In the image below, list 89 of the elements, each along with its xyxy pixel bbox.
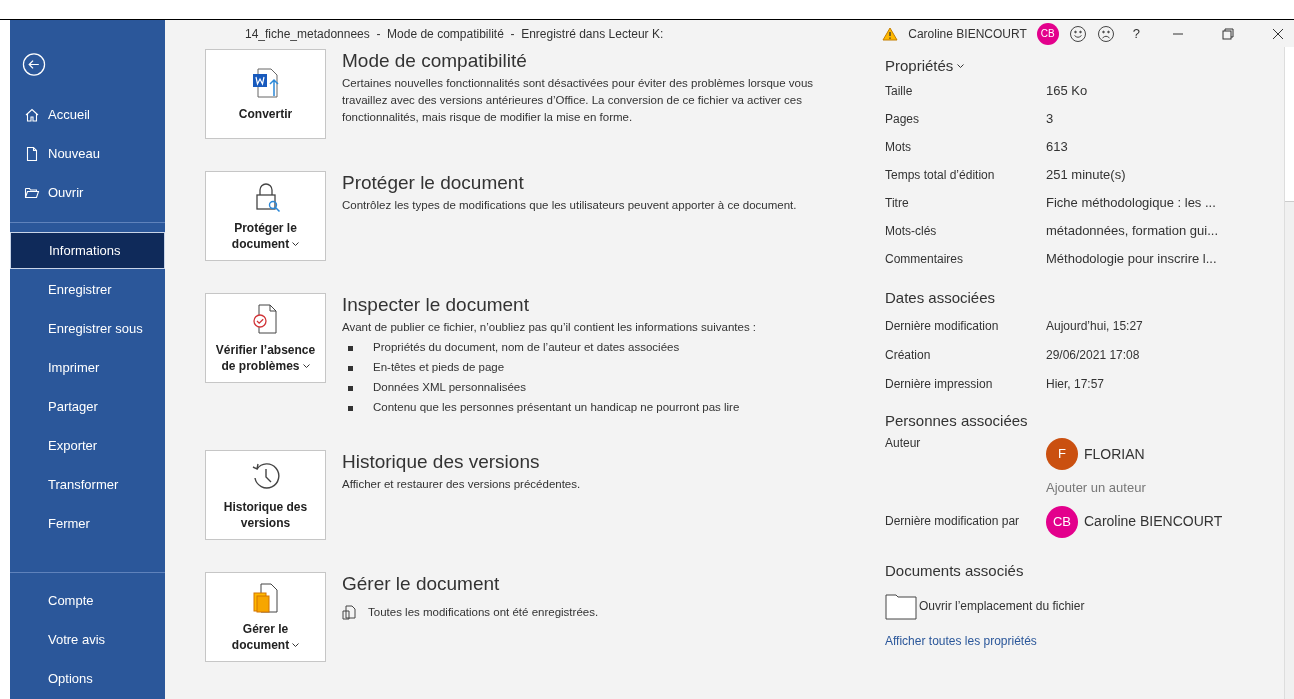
documents-icon [342, 605, 356, 621]
property-value[interactable]: 3 [1046, 109, 1054, 129]
bullet-icon [348, 345, 353, 351]
bullet-text: Contenu que les personnes présentant un handicap ne pourront pas lire [373, 400, 740, 416]
property-value[interactable]: 613 [1046, 137, 1068, 157]
bullet-text: Propriétés du document, nom de l’auteur et dates associées [373, 340, 680, 356]
property-label: Temps total d’édition [885, 167, 996, 184]
sidebar-item[interactable]: Fermer [10, 505, 165, 542]
person-name[interactable]: Caroline BIENCOURT [1084, 511, 1223, 532]
sidebar-item[interactable]: Informations [10, 232, 165, 269]
property-label: Mots [885, 139, 912, 156]
close-icon[interactable] [1272, 27, 1284, 40]
bullet-icon [348, 405, 353, 411]
section-title: Mode de compatibilité [342, 49, 528, 73]
bullet-text: Données XML personnalisées [373, 380, 526, 396]
property-label: Auteur [885, 435, 922, 452]
section-title: Gérer le document [342, 572, 501, 596]
user-name[interactable]: Caroline BIENCOURT [908, 24, 1027, 43]
smiley-icon[interactable] [1068, 24, 1087, 43]
sidebar-item[interactable]: Options [10, 660, 165, 697]
property-label: Mots-clés [885, 223, 938, 240]
property-value[interactable]: métadonnées, formation gui... [1046, 221, 1218, 241]
action-button[interactable]: Protéger le document [205, 171, 326, 261]
sidebar-item[interactable]: Imprimer [10, 349, 165, 386]
property-label: Dernière impression [885, 375, 994, 393]
caret-icon [957, 63, 965, 69]
caret-icon [302, 364, 310, 370]
sidebar-item[interactable]: Votre avis [10, 621, 165, 658]
sidebar-item[interactable]: Compte [10, 582, 165, 619]
home-icon [24, 106, 40, 123]
section-description: Afficher et restaurer des versions précédentes. [342, 477, 582, 492]
properties-heading[interactable]: Propriétés [885, 55, 1284, 77]
back-icon[interactable] [22, 53, 46, 76]
property-label: Taille [885, 83, 914, 100]
avatar: CB [1046, 505, 1078, 538]
sidebar-item[interactable]: Transformer [10, 466, 165, 503]
caret-icon [292, 643, 300, 649]
action-button[interactable]: Convertir [205, 49, 326, 139]
section-heading: Documents associés [885, 560, 1025, 581]
avatar: F [1046, 438, 1078, 470]
save-status: Toutes les modifications ont été enregistrées. [368, 605, 599, 620]
property-value: Aujourd’hui, 15:27 [1046, 317, 1143, 335]
restore-icon[interactable] [1222, 27, 1234, 40]
property-value[interactable]: Fiche méthodologique : les ... [1046, 193, 1216, 213]
sidebar-item[interactable]: Partager [10, 388, 165, 425]
sidebar-item[interactable]: Accueil [10, 96, 165, 133]
property-label: Titre [885, 195, 910, 212]
property-label: Dernière modification par [885, 512, 1021, 530]
property-label: Dernière modification [885, 317, 1000, 335]
folder-icon [885, 591, 917, 620]
sidebar-item[interactable]: Nouveau [10, 135, 165, 172]
sidebar-item[interactable]: Enregistrer sous [10, 310, 165, 347]
section-heading: Personnes associées [885, 411, 1029, 431]
person-name[interactable]: FLORIAN [1084, 443, 1145, 465]
property-label: Pages [885, 111, 921, 128]
section-title: Historique des versions [342, 450, 541, 474]
action-button[interactable]: Vérifier l’absence de problèmes [205, 293, 326, 383]
sidebar-item[interactable]: Enregistrer [10, 271, 165, 308]
action-button[interactable]: Gérer le document [205, 572, 326, 662]
frown-icon[interactable] [1096, 24, 1115, 43]
scrollbar[interactable] [1284, 47, 1294, 699]
property-label: Création [885, 346, 932, 364]
sidebar-item[interactable]: Exporter [10, 427, 165, 464]
section-heading: Dates associées [885, 288, 997, 308]
bullet-icon [348, 385, 353, 391]
property-value[interactable]: Méthodologie pour inscrire l... [1046, 249, 1217, 269]
property-value[interactable]: 165 Ko [1046, 81, 1088, 101]
action-button[interactable]: Historique des versions [205, 450, 326, 540]
property-value: Hier, 17:57 [1046, 375, 1105, 393]
section-description: Avant de publier ce fichier, n’oubliez pas qu’il contient les informations suivantes : [342, 320, 758, 335]
property-label: Commentaires [885, 251, 965, 268]
help-button[interactable]: ? [1124, 23, 1148, 44]
show-all-properties-link[interactable]: Afficher toutes les propriétés [885, 631, 1284, 650]
page-icon [24, 145, 40, 162]
section-description: Certaines nouvelles fonctionnalités sont désactivées pour éviter des problèmes lorsque vous travaillez avec des versions antérieures d’Office. La conversion de ce fichier va activer ces fonctionnalités, mais risque de modifier la mise en forme. [342, 76, 815, 125]
property-value: 29/06/2021 17:08 [1046, 346, 1140, 364]
window-title: 14_fiche_metadonnees - Mode de compatibilité - Enregistré dans Lecteur K: [245, 25, 664, 43]
sidebar-item[interactable]: Ouvrir [10, 174, 165, 211]
warning-icon[interactable] [882, 26, 899, 41]
add-author-link[interactable]: Ajouter un auteur [1046, 478, 1146, 498]
caret-icon [292, 242, 300, 248]
section-description: Contrôlez les types de modifications que les utilisateurs peuvent apporter à ce document. [342, 198, 798, 213]
property-value[interactable]: 251 minute(s) [1046, 165, 1126, 185]
open-location-button[interactable]: Ouvrir l’emplacement du fichier [885, 591, 1284, 620]
section-title: Protéger le document [342, 171, 525, 195]
user-avatar[interactable]: CB [1036, 22, 1059, 45]
section-title: Inspecter le document [342, 293, 530, 317]
bullet-icon [348, 365, 353, 371]
bullet-text: En-têtes et pieds de page [373, 360, 505, 376]
